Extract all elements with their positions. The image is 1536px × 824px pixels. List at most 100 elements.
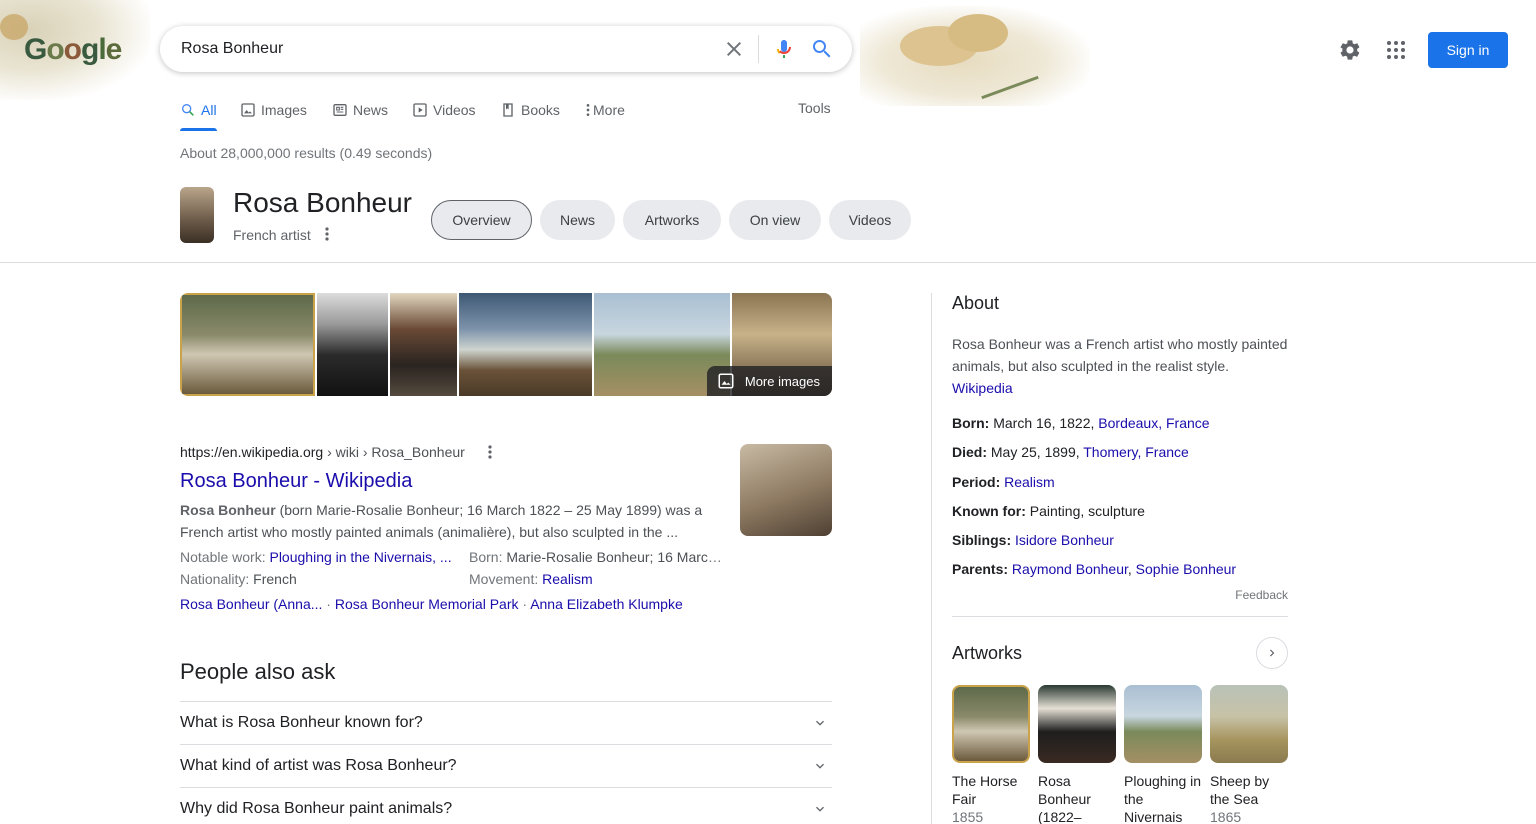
tools-button[interactable]: Tools <box>798 100 831 116</box>
artwork-card[interactable]: Ploughing in the Nivernais <box>1124 685 1202 824</box>
tab-all[interactable]: All <box>180 100 217 131</box>
sign-in-button[interactable]: Sign in <box>1428 32 1508 68</box>
artwork-name: Sheep by the Sea <box>1210 773 1270 807</box>
doodle-sheep <box>948 14 1008 52</box>
about-text: Rosa Bonheur was a French artist who mos… <box>952 336 1288 374</box>
artwork-image <box>1124 685 1202 763</box>
kp-row-period: Period: Realism <box>952 474 1055 490</box>
search-result-wikipedia: https://en.wikipedia.org › wiki › Rosa_B… <box>180 444 725 612</box>
artwork-card[interactable]: The Horse Fair 1855 <box>952 685 1030 824</box>
people-also-ask-heading: People also ask <box>180 659 336 684</box>
more-images-button[interactable]: More images <box>706 366 832 396</box>
fact-link[interactable]: Realism <box>542 571 593 587</box>
tab-more[interactable]: More <box>580 100 625 120</box>
artworks-heading[interactable]: Artworks <box>952 643 1022 664</box>
kp-label: Siblings: <box>952 532 1012 548</box>
apps-grid-icon[interactable] <box>1384 38 1408 62</box>
fact-value: French <box>253 571 297 587</box>
kp-row-parents: Parents: Raymond Bonheur, Sophie Bonheur <box>952 561 1236 577</box>
more-options-icon[interactable] <box>320 226 334 242</box>
image-thumb[interactable] <box>180 293 315 396</box>
chip-news[interactable]: News <box>540 200 615 240</box>
image-thumb[interactable] <box>459 293 592 396</box>
result-thumbnail[interactable] <box>740 444 832 536</box>
microphone-icon[interactable] <box>772 37 796 61</box>
chip-videos[interactable]: Videos <box>829 200 911 240</box>
kp-row-siblings: Siblings: Isidore Bonheur <box>952 532 1114 548</box>
chip-on-view[interactable]: On view <box>729 200 821 240</box>
tab-label: More <box>593 102 625 118</box>
result-title-link[interactable]: Rosa Bonheur - Wikipedia <box>180 470 412 493</box>
fact-nationality: Nationality: French <box>180 568 460 590</box>
artwork-name: The Horse Fair <box>952 773 1018 807</box>
kp-link[interactable]: Thomery, France <box>1083 444 1189 460</box>
fact-link[interactable]: Ploughing in the Nivernais, ... <box>269 549 451 565</box>
tab-videos[interactable]: Videos <box>412 100 476 120</box>
wikipedia-link[interactable]: Wikipedia <box>952 380 1013 396</box>
kp-row-died: Died: May 25, 1899, Thomery, France <box>952 444 1189 460</box>
sitelink[interactable]: Rosa Bonheur (Anna... <box>180 596 322 612</box>
kp-link[interactable]: Isidore Bonheur <box>1015 532 1114 548</box>
knowledge-panel: About Rosa Bonheur was a French artist w… <box>952 293 1288 824</box>
artwork-name: Rosa Bonheur (1822– <box>1038 773 1091 824</box>
image-thumb[interactable] <box>317 293 388 396</box>
artwork-name: Ploughing in the Nivernais <box>1124 773 1202 824</box>
entity-thumbnail[interactable] <box>180 187 214 243</box>
chevron-right-icon <box>1270 649 1275 657</box>
tab-images[interactable]: Images <box>240 100 307 120</box>
artwork-image <box>952 685 1030 763</box>
more-images-label: More images <box>744 373 820 389</box>
artwork-card[interactable]: Rosa Bonheur (1822– <box>1038 685 1116 824</box>
search-input[interactable]: Rosa Bonheur <box>181 40 283 58</box>
image-thumb[interactable] <box>390 293 457 396</box>
result-url[interactable]: https://en.wikipedia.org › wiki › Rosa_B… <box>180 444 725 460</box>
google-doodle-logo[interactable]: Google <box>24 33 122 67</box>
book-icon <box>503 103 513 117</box>
sitelink[interactable]: Anna Elizabeth Klumpke <box>530 596 683 612</box>
sitelink[interactable]: Rosa Bonheur Memorial Park <box>335 596 519 612</box>
tab-label: Books <box>521 102 560 118</box>
paa-question-text: What kind of artist was Rosa Bonheur? <box>180 757 457 774</box>
fact-born: Born: Marie-Rosalie Bonheur; 16 March ..… <box>469 546 725 568</box>
fact-notable-work: Notable work: Ploughing in the Nivernais… <box>180 546 460 568</box>
fact-movement: Movement: Realism <box>469 568 725 590</box>
artwork-card[interactable]: Sheep by the Sea 1865 <box>1210 685 1288 824</box>
chevron-down-icon <box>816 720 824 726</box>
result-path: › wiki › Rosa_Bonheur <box>323 444 465 460</box>
result-domain: https://en.wikipedia.org <box>180 444 324 460</box>
paa-question[interactable]: What is Rosa Bonheur known for? <box>180 701 832 744</box>
kp-value: Painting, sculpture <box>1025 503 1145 519</box>
kp-label: Died: <box>952 444 987 460</box>
gear-icon[interactable] <box>1338 38 1362 62</box>
paa-question[interactable]: What kind of artist was Rosa Bonheur? <box>180 744 832 787</box>
kp-divider <box>952 616 1288 617</box>
kp-separator: , <box>1127 561 1136 577</box>
paa-question-text: Why did Rosa Bonheur paint animals? <box>180 800 453 817</box>
feedback-link[interactable]: Feedback <box>1235 588 1288 602</box>
doodle-right-art <box>860 6 1090 106</box>
kp-link[interactable]: Raymond Bonheur <box>1012 561 1128 577</box>
more-options-icon[interactable] <box>484 444 496 460</box>
chip-artworks[interactable]: Artworks <box>623 200 721 240</box>
kp-link[interactable]: Realism <box>1004 474 1055 490</box>
tab-books[interactable]: Books <box>500 100 560 120</box>
search-box[interactable]: Rosa Bonheur <box>160 26 852 72</box>
kp-link[interactable]: Sophie Bonheur <box>1136 561 1236 577</box>
chip-overview[interactable]: Overview <box>431 200 532 240</box>
kp-label: Parents: <box>952 561 1009 577</box>
kp-row-born: Born: March 16, 1822, Bordeaux, France <box>952 415 1210 431</box>
entity-title: Rosa Bonheur <box>233 187 413 218</box>
about-description: Rosa Bonheur was a French artist who mos… <box>952 333 1288 399</box>
image-icon <box>718 373 734 389</box>
kp-link[interactable]: Bordeaux, France <box>1098 415 1209 431</box>
image-strip: More images <box>180 293 832 396</box>
close-icon[interactable] <box>722 37 746 61</box>
search-icon[interactable] <box>810 37 834 61</box>
artworks-next-button[interactable] <box>1256 637 1288 669</box>
search-divider <box>758 35 759 63</box>
artwork-image <box>1038 685 1116 763</box>
tab-news[interactable]: News <box>332 100 388 120</box>
kp-label: Period: <box>952 474 1001 490</box>
kp-value: March 16, 1822, <box>989 415 1099 431</box>
paa-question[interactable]: Why did Rosa Bonheur paint animals? <box>180 787 832 824</box>
